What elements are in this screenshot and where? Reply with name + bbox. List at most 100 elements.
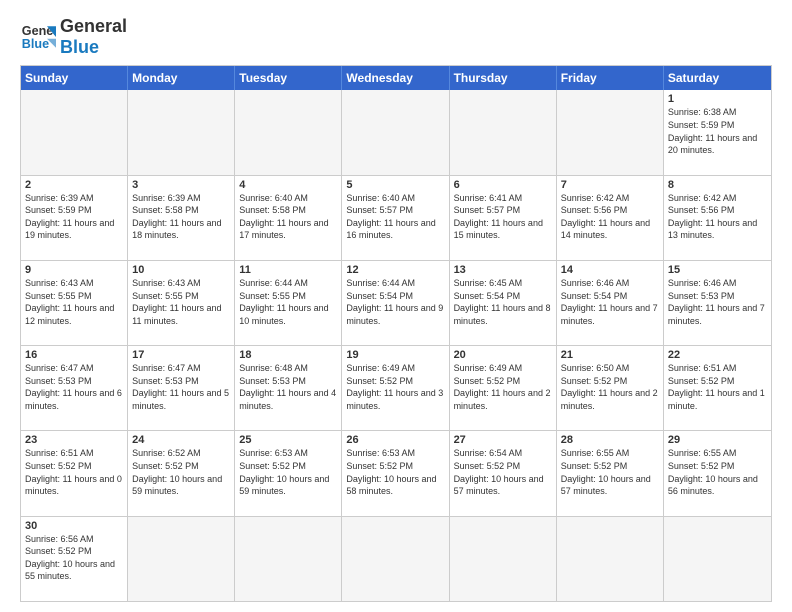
cell-info: Sunrise: 6:45 AM Sunset: 5:54 PM Dayligh…	[454, 277, 552, 327]
cell-info: Sunrise: 6:46 AM Sunset: 5:54 PM Dayligh…	[561, 277, 659, 327]
cal-cell	[128, 517, 235, 601]
cal-cell: 2Sunrise: 6:39 AM Sunset: 5:59 PM Daylig…	[21, 176, 128, 260]
header-cell-tuesday: Tuesday	[235, 66, 342, 90]
cell-info: Sunrise: 6:56 AM Sunset: 5:52 PM Dayligh…	[25, 533, 123, 583]
svg-text:Blue: Blue	[22, 36, 49, 50]
cell-info: Sunrise: 6:44 AM Sunset: 5:54 PM Dayligh…	[346, 277, 444, 327]
cell-info: Sunrise: 6:53 AM Sunset: 5:52 PM Dayligh…	[346, 447, 444, 497]
page: General Blue General Blue SundayMondayTu…	[0, 0, 792, 612]
cell-info: Sunrise: 6:40 AM Sunset: 5:58 PM Dayligh…	[239, 192, 337, 242]
cell-info: Sunrise: 6:52 AM Sunset: 5:52 PM Dayligh…	[132, 447, 230, 497]
header-cell-monday: Monday	[128, 66, 235, 90]
cal-cell: 4Sunrise: 6:40 AM Sunset: 5:58 PM Daylig…	[235, 176, 342, 260]
cal-cell: 22Sunrise: 6:51 AM Sunset: 5:52 PM Dayli…	[664, 346, 771, 430]
day-number: 4	[239, 179, 337, 191]
logo-line1: General	[60, 16, 127, 37]
cell-info: Sunrise: 6:42 AM Sunset: 5:56 PM Dayligh…	[561, 192, 659, 242]
day-number: 3	[132, 179, 230, 191]
header-cell-wednesday: Wednesday	[342, 66, 449, 90]
cal-cell: 5Sunrise: 6:40 AM Sunset: 5:57 PM Daylig…	[342, 176, 449, 260]
cal-cell: 28Sunrise: 6:55 AM Sunset: 5:52 PM Dayli…	[557, 431, 664, 515]
day-number: 11	[239, 264, 337, 276]
cal-row-0: 1Sunrise: 6:38 AM Sunset: 5:59 PM Daylig…	[21, 90, 771, 175]
calendar-body: 1Sunrise: 6:38 AM Sunset: 5:59 PM Daylig…	[21, 90, 771, 601]
cal-cell	[342, 517, 449, 601]
cal-cell: 16Sunrise: 6:47 AM Sunset: 5:53 PM Dayli…	[21, 346, 128, 430]
cal-cell: 30Sunrise: 6:56 AM Sunset: 5:52 PM Dayli…	[21, 517, 128, 601]
cell-info: Sunrise: 6:47 AM Sunset: 5:53 PM Dayligh…	[25, 362, 123, 412]
day-number: 25	[239, 434, 337, 446]
day-number: 18	[239, 349, 337, 361]
cal-cell: 6Sunrise: 6:41 AM Sunset: 5:57 PM Daylig…	[450, 176, 557, 260]
cell-info: Sunrise: 6:54 AM Sunset: 5:52 PM Dayligh…	[454, 447, 552, 497]
day-number: 28	[561, 434, 659, 446]
cell-info: Sunrise: 6:48 AM Sunset: 5:53 PM Dayligh…	[239, 362, 337, 412]
day-number: 21	[561, 349, 659, 361]
cell-info: Sunrise: 6:39 AM Sunset: 5:58 PM Dayligh…	[132, 192, 230, 242]
cal-cell	[557, 90, 664, 174]
cell-info: Sunrise: 6:49 AM Sunset: 5:52 PM Dayligh…	[454, 362, 552, 412]
cal-cell: 3Sunrise: 6:39 AM Sunset: 5:58 PM Daylig…	[128, 176, 235, 260]
logo: General Blue General Blue	[20, 16, 127, 57]
day-number: 17	[132, 349, 230, 361]
cal-cell	[128, 90, 235, 174]
cal-cell: 13Sunrise: 6:45 AM Sunset: 5:54 PM Dayli…	[450, 261, 557, 345]
day-number: 23	[25, 434, 123, 446]
day-number: 20	[454, 349, 552, 361]
day-number: 19	[346, 349, 444, 361]
day-number: 1	[668, 93, 767, 105]
cal-cell	[450, 90, 557, 174]
calendar: SundayMondayTuesdayWednesdayThursdayFrid…	[20, 65, 772, 602]
day-number: 2	[25, 179, 123, 191]
cal-cell: 26Sunrise: 6:53 AM Sunset: 5:52 PM Dayli…	[342, 431, 449, 515]
cal-cell: 18Sunrise: 6:48 AM Sunset: 5:53 PM Dayli…	[235, 346, 342, 430]
cell-info: Sunrise: 6:51 AM Sunset: 5:52 PM Dayligh…	[25, 447, 123, 497]
header-cell-friday: Friday	[557, 66, 664, 90]
day-number: 9	[25, 264, 123, 276]
cal-row-4: 23Sunrise: 6:51 AM Sunset: 5:52 PM Dayli…	[21, 431, 771, 516]
day-number: 12	[346, 264, 444, 276]
cal-cell: 15Sunrise: 6:46 AM Sunset: 5:53 PM Dayli…	[664, 261, 771, 345]
day-number: 10	[132, 264, 230, 276]
cell-info: Sunrise: 6:47 AM Sunset: 5:53 PM Dayligh…	[132, 362, 230, 412]
day-number: 15	[668, 264, 767, 276]
cell-info: Sunrise: 6:55 AM Sunset: 5:52 PM Dayligh…	[668, 447, 767, 497]
cal-cell: 12Sunrise: 6:44 AM Sunset: 5:54 PM Dayli…	[342, 261, 449, 345]
day-number: 30	[25, 520, 123, 532]
cell-info: Sunrise: 6:38 AM Sunset: 5:59 PM Dayligh…	[668, 106, 767, 156]
cell-info: Sunrise: 6:51 AM Sunset: 5:52 PM Dayligh…	[668, 362, 767, 412]
cal-cell: 21Sunrise: 6:50 AM Sunset: 5:52 PM Dayli…	[557, 346, 664, 430]
header: General Blue General Blue	[20, 16, 772, 57]
day-number: 22	[668, 349, 767, 361]
cal-row-2: 9Sunrise: 6:43 AM Sunset: 5:55 PM Daylig…	[21, 261, 771, 346]
cell-info: Sunrise: 6:44 AM Sunset: 5:55 PM Dayligh…	[239, 277, 337, 327]
cal-cell	[235, 517, 342, 601]
day-number: 14	[561, 264, 659, 276]
generalblue-logo-icon: General Blue	[20, 19, 56, 55]
calendar-header: SundayMondayTuesdayWednesdayThursdayFrid…	[21, 66, 771, 90]
day-number: 16	[25, 349, 123, 361]
cell-info: Sunrise: 6:43 AM Sunset: 5:55 PM Dayligh…	[25, 277, 123, 327]
cell-info: Sunrise: 6:46 AM Sunset: 5:53 PM Dayligh…	[668, 277, 767, 327]
cal-cell: 23Sunrise: 6:51 AM Sunset: 5:52 PM Dayli…	[21, 431, 128, 515]
cal-cell: 24Sunrise: 6:52 AM Sunset: 5:52 PM Dayli…	[128, 431, 235, 515]
cell-info: Sunrise: 6:50 AM Sunset: 5:52 PM Dayligh…	[561, 362, 659, 412]
cal-cell: 7Sunrise: 6:42 AM Sunset: 5:56 PM Daylig…	[557, 176, 664, 260]
day-number: 26	[346, 434, 444, 446]
day-number: 8	[668, 179, 767, 191]
day-number: 13	[454, 264, 552, 276]
cal-cell: 27Sunrise: 6:54 AM Sunset: 5:52 PM Dayli…	[450, 431, 557, 515]
cal-cell: 25Sunrise: 6:53 AM Sunset: 5:52 PM Dayli…	[235, 431, 342, 515]
cal-cell: 17Sunrise: 6:47 AM Sunset: 5:53 PM Dayli…	[128, 346, 235, 430]
day-number: 27	[454, 434, 552, 446]
cal-cell: 19Sunrise: 6:49 AM Sunset: 5:52 PM Dayli…	[342, 346, 449, 430]
cell-info: Sunrise: 6:40 AM Sunset: 5:57 PM Dayligh…	[346, 192, 444, 242]
cal-cell: 20Sunrise: 6:49 AM Sunset: 5:52 PM Dayli…	[450, 346, 557, 430]
day-number: 5	[346, 179, 444, 191]
cal-cell	[450, 517, 557, 601]
day-number: 24	[132, 434, 230, 446]
cal-cell: 14Sunrise: 6:46 AM Sunset: 5:54 PM Dayli…	[557, 261, 664, 345]
cell-info: Sunrise: 6:53 AM Sunset: 5:52 PM Dayligh…	[239, 447, 337, 497]
cal-cell: 9Sunrise: 6:43 AM Sunset: 5:55 PM Daylig…	[21, 261, 128, 345]
cal-cell: 29Sunrise: 6:55 AM Sunset: 5:52 PM Dayli…	[664, 431, 771, 515]
